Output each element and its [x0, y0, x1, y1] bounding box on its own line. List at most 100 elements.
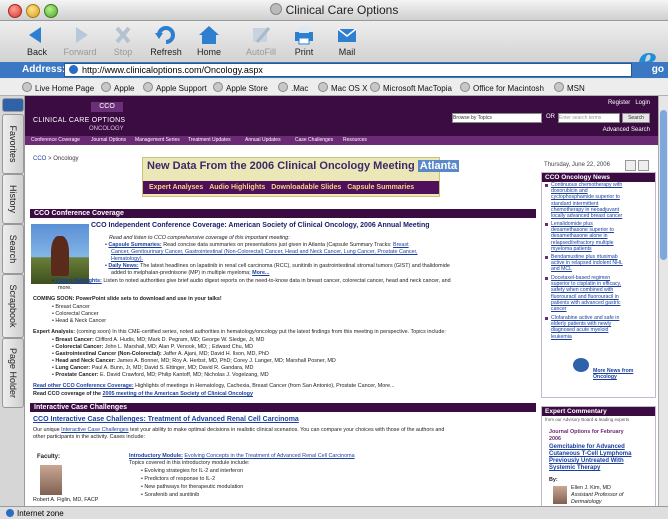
tab-label: Page Holder	[8, 347, 18, 399]
commentary-article-link[interactable]: Gemcitabine for Advanced Cutaneous T-Cell…	[549, 444, 631, 472]
banner-item: Downloadable Slides	[271, 184, 342, 191]
favorite-label: .Mac	[291, 84, 309, 93]
analysis-row: • Prostate Cancer: E. David Crawford, MD…	[52, 372, 269, 378]
email-page-icon[interactable]	[625, 160, 636, 171]
cases-description-line2: other participants in the activity. Case…	[33, 434, 145, 440]
account-links: Register Login	[608, 100, 650, 106]
login-link[interactable]: Login	[635, 100, 650, 106]
cases-headline-link[interactable]: CCO Interactive Case Challenges: Treatme…	[33, 416, 299, 423]
home-button[interactable]: Home	[184, 24, 234, 57]
tab-label: Scrapbook	[8, 284, 18, 328]
news-line: and MCL	[551, 266, 573, 273]
nav-case-challenges[interactable]: Case Challenges	[295, 137, 333, 143]
breadcrumb-home-link[interactable]: CCO	[33, 156, 46, 162]
analysis-topic: Colorectal Cancer:	[55, 344, 104, 350]
news-line: leukemia	[551, 333, 572, 340]
stop-x-icon	[115, 26, 131, 44]
tab-label: History	[8, 184, 18, 214]
explorer-bar-toggle[interactable]	[2, 98, 24, 112]
favorite-dotmac[interactable]: .Mac	[278, 82, 308, 93]
nav-journal-options[interactable]: Journal Options	[91, 137, 126, 143]
nav-annual-updates[interactable]: Annual Updates	[245, 137, 281, 143]
tab-scrapbook[interactable]: Scrapbook	[2, 274, 24, 338]
autofill-icon	[253, 27, 271, 43]
nav-resources[interactable]: Resources	[343, 137, 367, 143]
favorite-microsoft-mactopia[interactable]: Microsoft MacTopia	[370, 82, 452, 93]
search-button[interactable]: Search	[622, 113, 650, 123]
meeting-banner[interactable]: New Data From the 2006 Clinical Oncology…	[142, 157, 460, 197]
capsule-summaries-link[interactable]: Capsule Summaries:	[108, 242, 161, 248]
capsule-track-links[interactable]: Cancer, Genitourinary Cancer, Gastrointe…	[111, 249, 418, 256]
more-news-link[interactable]: More News from Oncology	[593, 368, 633, 380]
favorite-label: Apple Support	[156, 84, 207, 93]
go-button[interactable]: go	[652, 64, 664, 75]
favorite-office-for-macintosh[interactable]: Office for Macintosh	[460, 82, 544, 93]
coming-item-text: Colorectal Cancer	[55, 311, 99, 317]
other-coverage-text: Highlights of meetings in Hematology, Ca…	[135, 383, 395, 389]
nav-management-series[interactable]: Management Series	[135, 137, 180, 143]
news-line: safety when combined with	[551, 287, 614, 294]
globe-news-icon	[573, 358, 589, 372]
cases-description: Our unique Interactive Case Challenges t…	[33, 427, 444, 434]
news-item-1[interactable]: Continuous chemotherapy with doxorubicin …	[551, 182, 622, 219]
mail-button[interactable]: Mail	[322, 24, 372, 57]
module-link[interactable]: Evolving Concepts in the Treatment of Ad…	[184, 453, 354, 459]
previous-meeting-link[interactable]: 2005 meeting of the American Society of …	[103, 391, 253, 397]
topic-select[interactable]: Browse by Topics	[452, 113, 542, 123]
search-input[interactable]: Enter search terms	[558, 113, 620, 123]
advanced-search-link[interactable]: Advanced Search	[603, 127, 650, 133]
conference-headline[interactable]: CCO Independent Conference Coverage: Ame…	[91, 222, 430, 229]
favorite-apple-support[interactable]: Apple Support	[143, 82, 207, 93]
scrollbar-thumb[interactable]	[660, 110, 667, 260]
daily-news-more-link[interactable]: More...	[252, 270, 269, 276]
favorite-apple[interactable]: Apple	[101, 82, 134, 93]
analysis-row: • Head and Neck Cancer: James A. Bonner,…	[52, 358, 336, 364]
cases-desc-link[interactable]: Interactive Case Challenges	[61, 427, 128, 433]
daily-news-link[interactable]: Daily News:	[108, 263, 138, 269]
tab-page-holder[interactable]: Page Holder	[2, 338, 24, 408]
hematology-track-link[interactable]: Hematology).	[111, 256, 143, 263]
daily-news-item: • Daily News: The latest headlines on la…	[105, 263, 450, 269]
module-label[interactable]: Introductory Module:	[129, 453, 183, 459]
favorite-mac-os-x[interactable]: Mac OS X	[318, 82, 367, 93]
tab-history[interactable]: History	[2, 174, 24, 224]
commentary-article-line: Cutaneous T-Cell Lymphoma	[549, 451, 632, 457]
news-item-2[interactable]: Lenalidomide plus dexamethasone superior …	[551, 221, 614, 252]
news-line: fluorouracil and fluorouracil in	[551, 293, 619, 300]
daily-news-text2: added to melphalan-prednisone (MP) in mu…	[111, 270, 251, 276]
faculty-photo	[40, 465, 62, 495]
url-text: http://www.clinicaloptions.com/Oncology.…	[82, 65, 263, 75]
other-coverage-link[interactable]: Read other CCO Conference Coverage:	[33, 383, 134, 389]
vertical-scrollbar[interactable]	[658, 96, 668, 506]
stop-label: Stop	[113, 47, 133, 57]
news-item-5[interactable]: Clofarabine active and safe in elderly pa…	[551, 315, 619, 340]
section-header-cases: Interactive Case Challenges	[30, 403, 536, 412]
register-link[interactable]: Register	[608, 100, 630, 106]
page-tools	[625, 158, 651, 171]
logo-subtitle: ONCOLOGY	[89, 126, 124, 132]
favorite-icon	[460, 82, 470, 92]
logo-badge: CCO	[91, 102, 123, 112]
nav-conference-coverage[interactable]: Conference Coverage	[31, 137, 80, 143]
analysis-row: • Breast Cancer: Clifford A. Hudis, MD; …	[52, 337, 265, 343]
nav-treatment-updates[interactable]: Treatment Updates	[188, 137, 231, 143]
tab-search[interactable]: Search	[2, 224, 24, 274]
favorite-live-home-page[interactable]: Live Home Page	[22, 82, 94, 93]
favorite-msn[interactable]: MSN	[554, 82, 585, 93]
news-line: active in relapsed indolent NHL	[551, 260, 623, 267]
other-coverage-line: Read other CCO Conference Coverage: High…	[33, 383, 395, 390]
tab-favorites[interactable]: Favorites	[2, 114, 24, 174]
news-item-4[interactable]: Docetaxel-based regimen superior to cispl…	[551, 275, 621, 312]
url-field[interactable]: http://www.clinicaloptions.com/Oncology.…	[64, 63, 632, 77]
window-title: Clinical Care Options	[0, 3, 668, 17]
expert-highlights-link[interactable]: Expert Highlights:	[55, 278, 101, 284]
breast-track-link[interactable]: Breast	[393, 242, 409, 248]
commentary-role: Assistant Professor of Dermatology	[571, 492, 623, 506]
favorite-apple-store[interactable]: Apple Store	[213, 82, 268, 93]
print-page-icon[interactable]	[638, 160, 649, 171]
news-line: Bendamustine plus rituximab	[551, 254, 618, 260]
expert-highlights-text: Listen to noted authorities give brief a…	[103, 278, 451, 284]
news-line: diagnosed acute myeloid	[551, 327, 609, 334]
news-line: Docetaxel-based regimen	[551, 275, 611, 281]
news-item-3[interactable]: Bendamustine plus rituximab active in rel…	[551, 254, 623, 273]
